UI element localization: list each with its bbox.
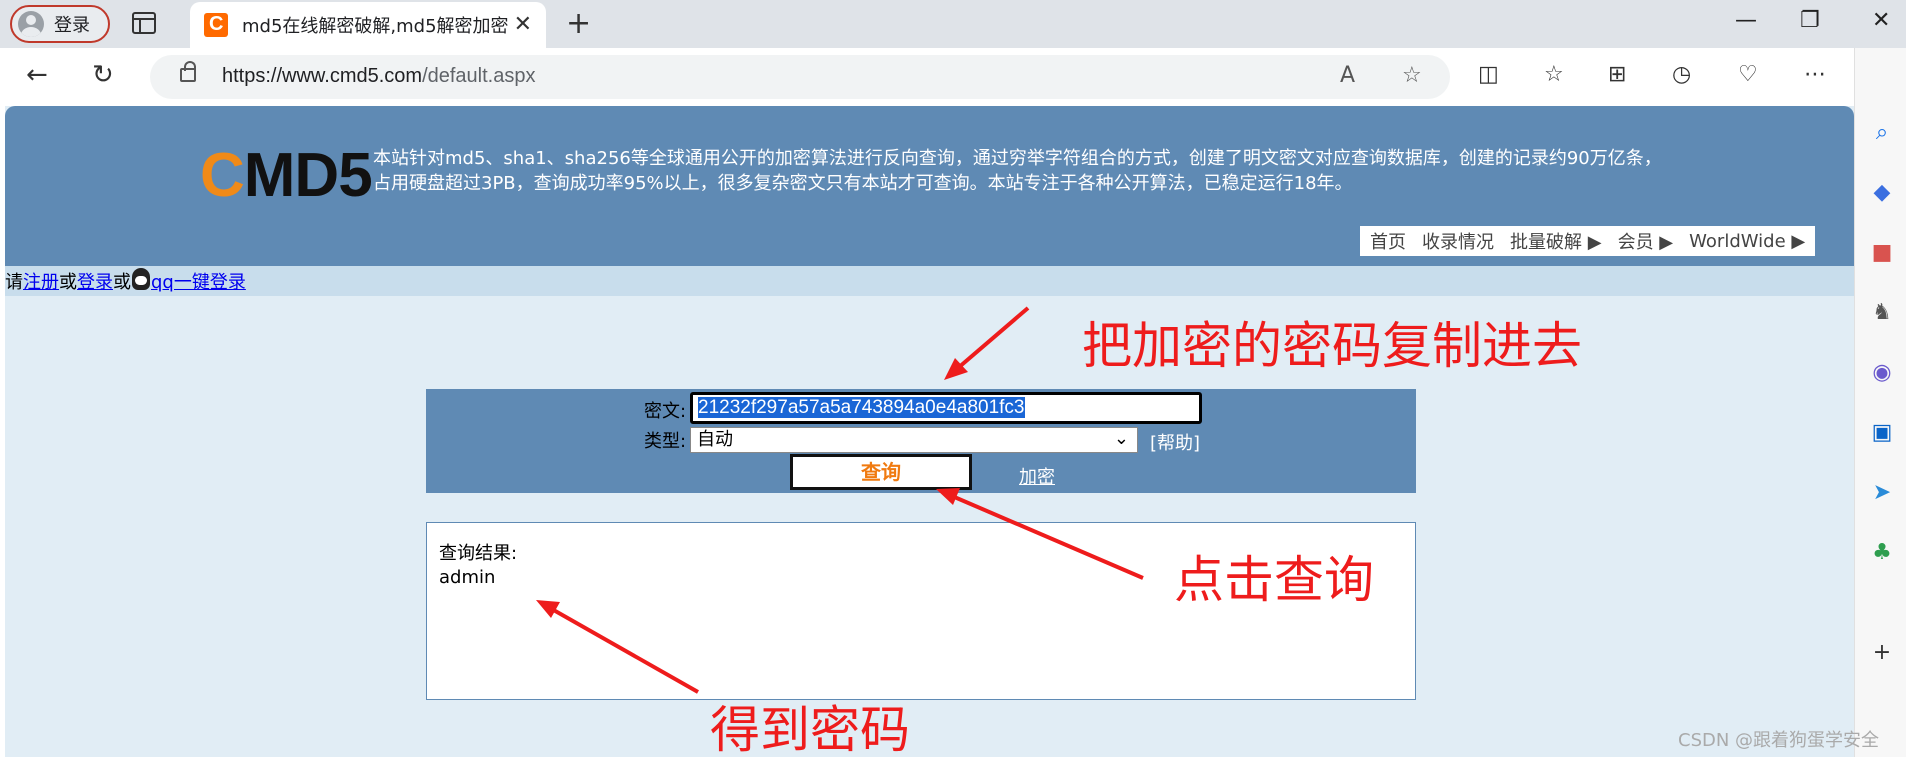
minimize-icon[interactable]: — [1735,8,1757,33]
browser-toolbar: ← ↻ https://www.cmd5.com/default.aspx A … [0,48,1906,106]
profile-label: 登录 [54,15,90,36]
qq-penguin-icon[interactable] [132,268,150,290]
back-icon[interactable]: ← [26,60,48,90]
web-page: CMD5 本站针对md5、sha1、sha256等全球通用公开的加密算法进行反向… [5,106,1854,757]
shopping-tag-icon[interactable]: ◆ [1869,180,1895,206]
nav-records[interactable]: 收录情况 [1422,228,1494,254]
site-description: 本站针对md5、sha1、sha256等全球通用公开的加密算法进行反向查询，通过… [373,148,1662,194]
url-text[interactable]: https://www.cmd5.com/default.aspx [222,65,535,88]
browser-essentials-icon[interactable]: ♡ [1738,60,1758,90]
login-bar: 请注册或登录或 qq一键登录 [5,266,1854,296]
login-or-2: 或 [113,272,131,293]
tools-icon[interactable]: ■ [1869,240,1895,266]
split-screen-icon[interactable]: ◫ [1478,60,1499,90]
click-hint-annotation: 点击查询 [1174,551,1374,609]
site-header: CMD5 本站针对md5、sha1、sha256等全球通用公开的加密算法进行反向… [5,106,1854,266]
nav-batch-crack[interactable]: 批量破解 ▶ [1510,228,1602,254]
restore-icon[interactable]: ❐ [1800,8,1820,33]
tab-actions-icon[interactable] [132,12,156,34]
result-hint-annotation: 得到密码 [710,701,910,757]
site-nav: 首页 收录情况 批量破解 ▶ 会员 ▶ WorldWide ▶ [1360,226,1815,256]
games-icon[interactable]: ♞ [1869,300,1895,326]
window-close-icon[interactable]: ✕ [1872,8,1890,33]
lock-icon[interactable] [180,61,196,82]
collections-icon[interactable]: ⊞ [1608,60,1626,90]
copy-hint-annotation: 把加密的密码复制进去 [1082,317,1582,375]
login-or-1: 或 [59,272,77,293]
chevron-down-icon: ⌄ [1113,428,1129,449]
tree-icon[interactable]: ♣ [1869,540,1895,566]
send-icon[interactable]: ➤ [1869,480,1895,506]
result-title: 查询结果: [439,543,518,564]
nav-worldwide[interactable]: WorldWide ▶ [1689,231,1805,252]
result-value: admin [439,567,496,588]
qq-login-link[interactable]: qq一键登录 [151,272,246,293]
address-bar[interactable]: https://www.cmd5.com/default.aspx A ☆ [150,55,1450,99]
login-link[interactable]: 登录 [77,272,113,293]
favorites-icon[interactable]: ☆ [1544,60,1564,90]
login-prefix: 请 [5,272,23,293]
profile-button[interactable]: 登录 [10,5,110,43]
tab-title: md5在线解密破解,md5解密加密 [242,16,509,37]
tab-close-icon[interactable]: ✕ [514,12,532,37]
avatar-icon [18,11,44,37]
search-icon[interactable]: ⌕ [1869,120,1895,146]
add-sidebar-icon[interactable]: + [1869,640,1895,666]
refresh-icon[interactable]: ↻ [92,60,114,90]
cmd5-favicon-icon [204,13,228,37]
type-select[interactable]: 自动 ⌄ [690,427,1138,453]
more-menu-icon[interactable]: ⋯ [1804,60,1826,90]
csdn-watermark: CSDN @跟着狗蛋学安全 [1678,730,1880,751]
outlook-icon[interactable]: ▣ [1869,420,1895,446]
type-label: 类型: [644,431,687,452]
nav-member[interactable]: 会员 ▶ [1618,228,1674,254]
cipher-input[interactable]: 21232f297a57a5a743894a0e4a801fc3 [690,392,1202,424]
nav-home[interactable]: 首页 [1370,228,1406,254]
query-button[interactable]: 查询 [790,454,972,490]
microsoft365-icon[interactable]: ◉ [1869,360,1895,386]
help-link[interactable]: [帮助] [1150,429,1200,455]
read-aloud-icon[interactable]: A [1340,63,1355,88]
tab-bar: 登录 md5在线解密破解,md5解密加密 ✕ + — ❐ ✕ [0,0,1906,48]
cipher-label: 密文: [644,401,687,422]
register-link[interactable]: 注册 [23,272,59,293]
encrypt-link[interactable]: 加密 [1019,463,1055,489]
new-tab-icon[interactable]: + [566,6,591,41]
favorite-star-icon[interactable]: ☆ [1402,63,1422,88]
decrypt-form: 密文: 21232f297a57a5a743894a0e4a801fc3 类型:… [426,389,1416,493]
cmd5-logo[interactable]: CMD5 [200,140,373,211]
history-icon[interactable]: ◷ [1672,60,1691,90]
active-tab[interactable]: md5在线解密破解,md5解密加密 ✕ [190,2,546,48]
edge-sidebar: ⌕ ◆ ■ ♞ ◉ ▣ ➤ ♣ + [1854,48,1906,757]
